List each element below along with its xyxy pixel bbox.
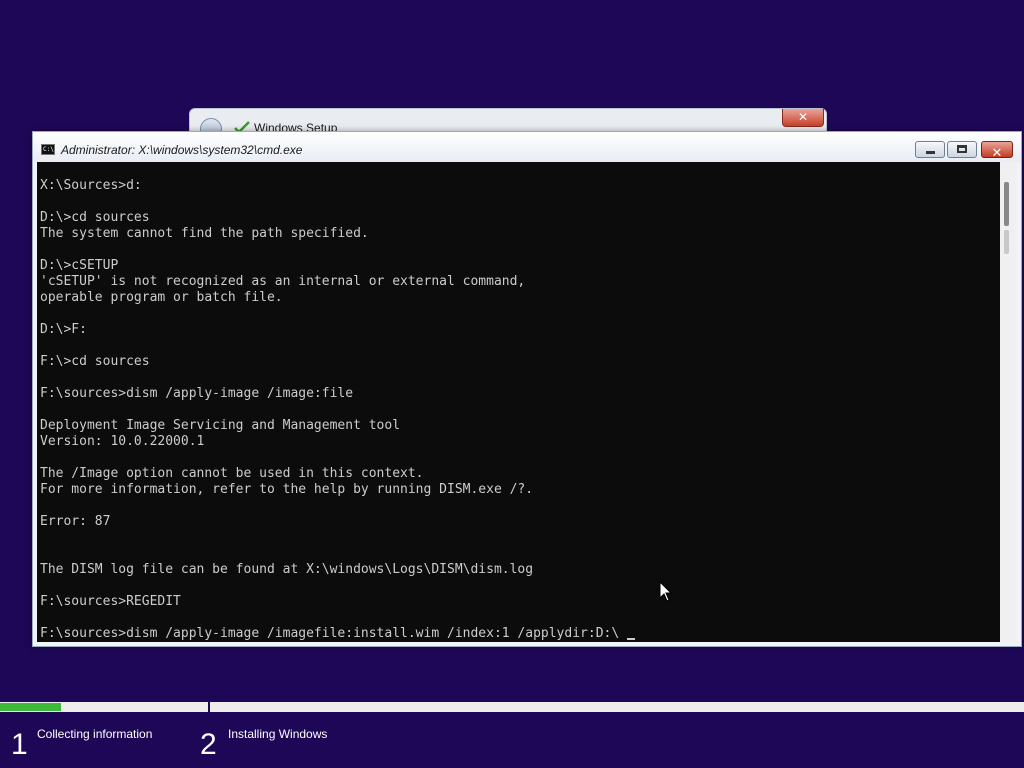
console-line: F:\>cd sources bbox=[40, 354, 150, 369]
mouse-pointer-icon bbox=[659, 581, 673, 602]
cmd-window-title: Administrator: X:\windows\system32\cmd.e… bbox=[61, 143, 303, 157]
scrollbar-track-mark bbox=[1004, 230, 1009, 254]
console-line: The system cannot find the path specifie… bbox=[40, 226, 369, 241]
vertical-scrollbar[interactable] bbox=[1000, 162, 1017, 642]
console-output[interactable]: X:\Sources>d: D:\>cd sources The system c… bbox=[37, 162, 1000, 642]
console-line: F:\sources>dism /apply-image /imagefile:… bbox=[40, 626, 635, 642]
step-2-number: 2 bbox=[200, 728, 217, 761]
console-line: 'cSETUP' is not recognized as an interna… bbox=[40, 274, 526, 289]
text-cursor bbox=[627, 638, 635, 640]
console-line: X:\Sources>d: bbox=[40, 178, 142, 193]
console-line: The DISM log file can be found at X:\win… bbox=[40, 562, 534, 577]
console-line: operable program or batch file. bbox=[40, 290, 283, 305]
console-lines: X:\Sources>d: D:\>cd sources The system c… bbox=[40, 178, 635, 642]
command-prompt-icon: C:\ bbox=[41, 144, 55, 155]
step-1-number: 1 bbox=[11, 728, 28, 761]
setup-close-button[interactable]: ✕ bbox=[782, 109, 824, 127]
progress-step-divider bbox=[208, 700, 210, 714]
setup-progress-bar bbox=[0, 702, 1024, 712]
maximize-icon bbox=[957, 145, 967, 153]
close-icon: ✕ bbox=[991, 146, 1003, 161]
minimize-icon bbox=[926, 151, 935, 154]
cmd-window: C:\ Administrator: X:\windows\system32\c… bbox=[32, 131, 1022, 647]
maximize-button[interactable] bbox=[947, 141, 977, 158]
console-line: D:\>cd sources bbox=[40, 210, 150, 225]
minimize-button[interactable] bbox=[915, 141, 945, 158]
console-line: Version: 10.0.22000.1 bbox=[40, 434, 205, 449]
close-button[interactable]: ✕ bbox=[981, 141, 1013, 161]
setup-progress-fill bbox=[0, 703, 62, 711]
scrollbar-thumb[interactable] bbox=[1004, 182, 1009, 226]
console-line: F:\sources>dism /apply-image /image:file bbox=[40, 386, 354, 401]
step-1-label: Collecting information bbox=[37, 727, 153, 741]
console-line: D:\>F: bbox=[40, 322, 87, 337]
console-line: F:\sources>REGEDIT bbox=[40, 594, 181, 609]
console-line: D:\>cSETUP bbox=[40, 258, 119, 273]
console-line: Deployment Image Servicing and Managemen… bbox=[40, 418, 401, 433]
console-line: For more information, refer to the help … bbox=[40, 482, 534, 497]
console-line: The /Image option cannot be used in this… bbox=[40, 466, 424, 481]
cmd-titlebar[interactable]: C:\ Administrator: X:\windows\system32\c… bbox=[33, 132, 1021, 162]
console-line: Error: 87 bbox=[40, 514, 111, 529]
step-2-label: Installing Windows bbox=[228, 727, 328, 741]
